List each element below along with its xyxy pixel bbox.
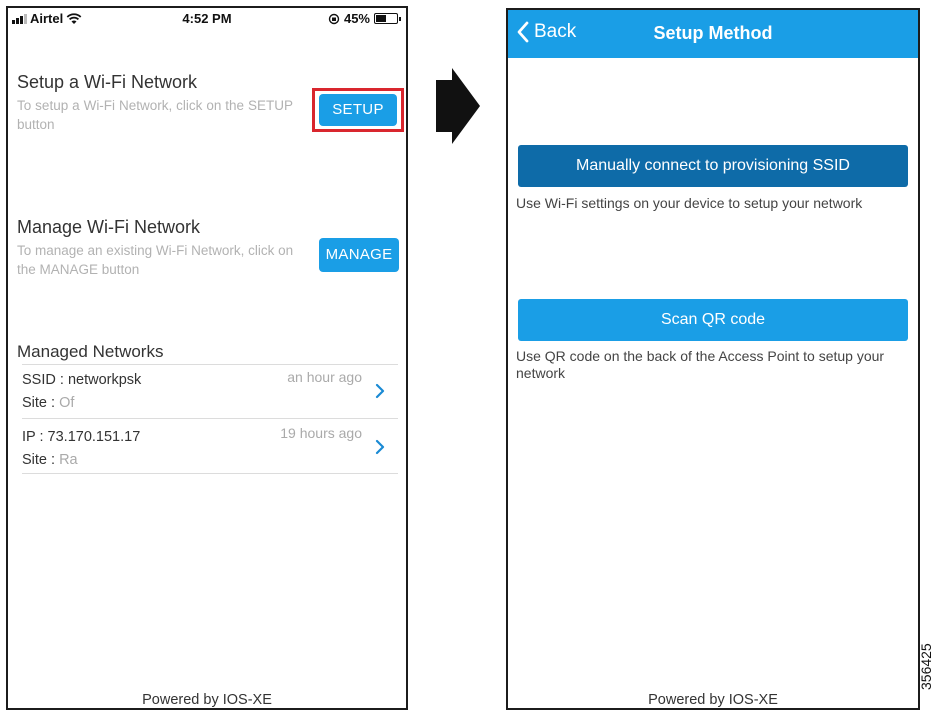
manual-connect-description: Use Wi-Fi settings on your device to set…: [516, 195, 863, 211]
status-right: 45%: [328, 11, 401, 26]
network-primary: IP : 73.170.151.17: [22, 429, 140, 445]
page-title: Setup Method: [653, 23, 773, 43]
nav-bar: Back Setup Method: [508, 10, 918, 58]
setup-section-description: To setup a Wi-Fi Network, click on the S…: [17, 98, 293, 132]
network-primary-value: 73.170.151.17: [47, 429, 141, 445]
battery-percent: 45%: [343, 11, 370, 26]
divider: [22, 418, 398, 419]
powered-by-footer: Powered by IOS-XE: [142, 692, 272, 708]
network-primary: SSID : networkpsk: [22, 372, 141, 388]
manage-section-description: To manage an existing Wi-Fi Network, cli…: [17, 243, 294, 277]
scan-qr-button[interactable]: Scan QR code: [518, 299, 908, 341]
arrow-right-icon: [436, 68, 480, 144]
figure-id: 356425: [918, 643, 934, 690]
network-primary-value: networkpsk: [67, 372, 142, 388]
setup-button[interactable]: SETUP: [319, 94, 397, 126]
battery-icon: [374, 13, 401, 24]
network-primary-label: SSID :: [22, 372, 64, 388]
managed-networks-title: Managed Networks: [17, 342, 164, 361]
powered-by-footer: Powered by IOS-XE: [648, 692, 778, 708]
network-time: 19 hours ago: [280, 425, 362, 441]
rotation-lock-icon: [328, 13, 340, 24]
setup-section-title: Setup a Wi-Fi Network: [17, 72, 198, 92]
network-primary-label: IP :: [22, 429, 44, 445]
network-site-value: Ra: [59, 452, 78, 468]
network-site: Site : Of: [22, 395, 74, 411]
chevron-right-icon[interactable]: [374, 382, 386, 400]
manual-connect-button[interactable]: Manually connect to provisioning SSID: [518, 145, 908, 187]
manage-section-title: Manage Wi-Fi Network: [17, 217, 201, 237]
setup-method-screen: Back Setup Method Manually connect to pr…: [506, 8, 920, 710]
chevron-right-icon[interactable]: [374, 438, 386, 456]
network-time: an hour ago: [287, 369, 362, 385]
manage-button[interactable]: MANAGE: [319, 238, 399, 272]
network-site-label: Site :: [22, 395, 56, 411]
home-screen: Airtel 4:52 PM 45% Setup a Wi-Fi Network…: [6, 6, 408, 710]
network-site: Site : Ra: [22, 452, 78, 468]
network-site-label: Site :: [22, 452, 56, 468]
status-bar: Airtel 4:52 PM 45%: [8, 8, 406, 30]
divider: [22, 364, 398, 365]
network-site-value: Of: [59, 395, 75, 411]
divider: [22, 473, 398, 474]
scan-qr-description: Use QR code on the back of the Access Po…: [516, 348, 885, 381]
